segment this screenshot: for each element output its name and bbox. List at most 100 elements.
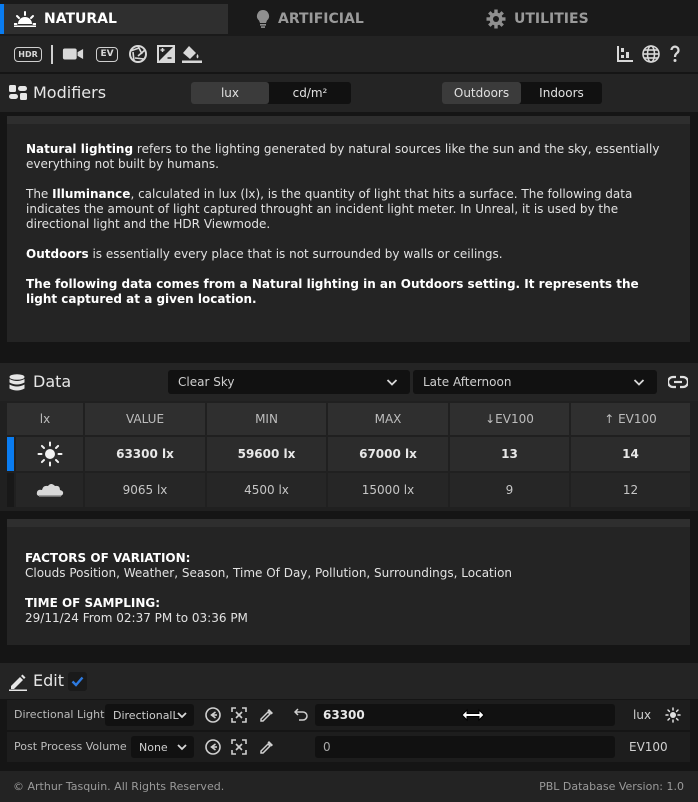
time-of-day-value: Late Afternoon (423, 375, 512, 389)
description-paragraph-3: Outdoors is essentially every place that… (26, 247, 503, 261)
edit-row-post-process-volume: Post Process Volume None 0 EV100 (7, 732, 690, 762)
edit-title: Edit (33, 671, 64, 690)
description-paragraph-4: The following data comes from a Natural … (26, 277, 639, 306)
chart-icon[interactable] (614, 44, 636, 64)
tab-natural-label: NATURAL (44, 11, 117, 27)
table-row-max: 15000 lx (328, 473, 448, 507)
table-row-min: 59600 lx (207, 437, 326, 471)
column-header-max: MAX (328, 403, 448, 435)
variation-panel: FACTORS OF VARIATION: Clouds Position, W… (7, 519, 690, 645)
toolbar-divider (51, 45, 53, 64)
help-icon[interactable] (666, 44, 684, 64)
footer: © Arthur Tasquin. All Rights Reserved. P… (0, 771, 698, 802)
toolbar: HDR EV (0, 36, 698, 72)
reset-icon[interactable] (294, 708, 308, 721)
unit-lux-option[interactable]: lux (191, 82, 269, 104)
aperture-icon[interactable] (127, 44, 149, 64)
column-header-value: VALUE (85, 403, 205, 435)
description-paragraph-1: Natural lighting refers to the lighting … (26, 142, 660, 171)
table-row-icon-cell[interactable] (16, 437, 83, 471)
selected-row-indicator (7, 437, 14, 471)
tab-utilities[interactable]: UTILITIES (472, 4, 698, 34)
browse-to-icon[interactable] (205, 739, 221, 755)
tab-artificial-label: ARTIFICIAL (278, 11, 364, 27)
eyedropper-icon[interactable] (259, 739, 275, 755)
sunrise-icon (14, 11, 36, 27)
focus-select-icon[interactable] (231, 707, 247, 723)
table-row-max: 67000 lx (328, 437, 448, 471)
indoors-option[interactable]: Indoors (521, 82, 602, 104)
data-header: Data Clear Sky Late Afternoon (0, 363, 698, 401)
chevron-down-icon (177, 710, 187, 720)
hdr-icon[interactable]: HDR (14, 44, 42, 64)
description-panel: Natural lighting refers to the lighting … (7, 116, 690, 342)
exposure-icon[interactable] (155, 44, 177, 64)
modifiers-header: Modifiers lux cd/m² Outdoors Indoors (0, 74, 698, 112)
post-process-volume-label: Post Process Volume (14, 740, 127, 753)
resize-cursor-icon (461, 707, 485, 723)
lightbulb-icon (256, 10, 270, 28)
sun-icon[interactable] (665, 707, 681, 723)
table-row-value: 63300 lx (85, 437, 205, 471)
time-of-day-dropdown[interactable]: Late Afternoon (413, 370, 657, 394)
edit-checkbox[interactable] (68, 672, 87, 691)
sun-icon (37, 441, 63, 467)
outdoors-option[interactable]: Outdoors (442, 82, 521, 104)
pencil-icon (9, 673, 27, 691)
factors-text: Clouds Position, Weather, Season, Time O… (25, 566, 513, 580)
table-row-value: 9065 lx (85, 473, 205, 507)
sky-condition-dropdown[interactable]: Clear Sky (168, 370, 410, 394)
column-header-ev100-high: ↑ EV100 (571, 403, 690, 435)
gear-icon (486, 9, 506, 29)
browse-to-icon[interactable] (205, 707, 221, 723)
chevron-down-icon (633, 376, 645, 388)
post-process-unit: EV100 (629, 740, 668, 754)
edit-row-directional-light: Directional Light DirectionalL 63300 lux (7, 700, 690, 730)
chevron-down-icon (386, 376, 398, 388)
database-icon (9, 374, 25, 392)
factors-title: FACTORS OF VARIATION: (25, 551, 191, 565)
directional-light-unit: lux (633, 708, 652, 722)
tab-artificial[interactable]: ARTIFICIAL (236, 4, 464, 34)
description-paragraph-2: The Illuminance, calculated in lux (lx),… (26, 187, 633, 231)
location-toggle: Outdoors Indoors (442, 82, 602, 104)
fill-bucket-icon[interactable] (181, 44, 203, 64)
data-title: Data (33, 372, 72, 391)
focus-select-icon[interactable] (231, 739, 247, 755)
directional-light-dropdown[interactable]: DirectionalL (105, 704, 194, 726)
description-text: Natural lighting refers to the lighting … (26, 142, 666, 307)
ev-icon[interactable]: EV (95, 44, 119, 64)
sampling-text: 29/11/24 From 02:37 PM to 03:36 PM (25, 611, 248, 625)
table-row-ev-high: 12 (571, 473, 690, 507)
link-icon[interactable] (668, 375, 688, 389)
directional-light-label: Directional Light (14, 708, 105, 721)
top-tab-bar: NATURAL ARTIFICIAL UTILITIES (0, 0, 698, 36)
tab-utilities-label: UTILITIES (514, 11, 589, 27)
post-process-value-field[interactable]: 0 (315, 736, 615, 758)
table-row-ev-low: 9 (450, 473, 569, 507)
copyright-text: © Arthur Tasquin. All Rights Reserved. (13, 780, 225, 793)
unit-cdm2-option[interactable]: cd/m² (269, 82, 351, 104)
globe-icon[interactable] (640, 44, 662, 64)
chevron-down-icon (177, 742, 187, 752)
table-row-icon-cell[interactable] (16, 473, 83, 507)
column-header-lx: lx (7, 403, 83, 435)
modifiers-title: Modifiers (33, 83, 107, 102)
modifiers-icon (9, 85, 27, 101)
table-row-ev-high: 14 (571, 437, 690, 471)
eyedropper-icon[interactable] (259, 707, 275, 723)
tab-natural[interactable]: NATURAL (0, 4, 228, 34)
cloud-icon (36, 482, 64, 498)
version-text: PBL Database Version: 1.0 (539, 780, 684, 793)
table-row-ev-low: 13 (450, 437, 569, 471)
unit-toggle: lux cd/m² (191, 82, 351, 104)
column-header-min: MIN (207, 403, 326, 435)
post-process-volume-dropdown[interactable]: None (131, 736, 194, 758)
edit-header: Edit (0, 663, 698, 699)
camera-icon[interactable] (62, 44, 84, 64)
row-indicator (7, 473, 14, 507)
sampling-title: TIME OF SAMPLING: (25, 596, 161, 610)
sky-condition-value: Clear Sky (178, 375, 235, 389)
table-row-min: 4500 lx (207, 473, 326, 507)
column-header-ev100-low: ↓EV100 (450, 403, 569, 435)
